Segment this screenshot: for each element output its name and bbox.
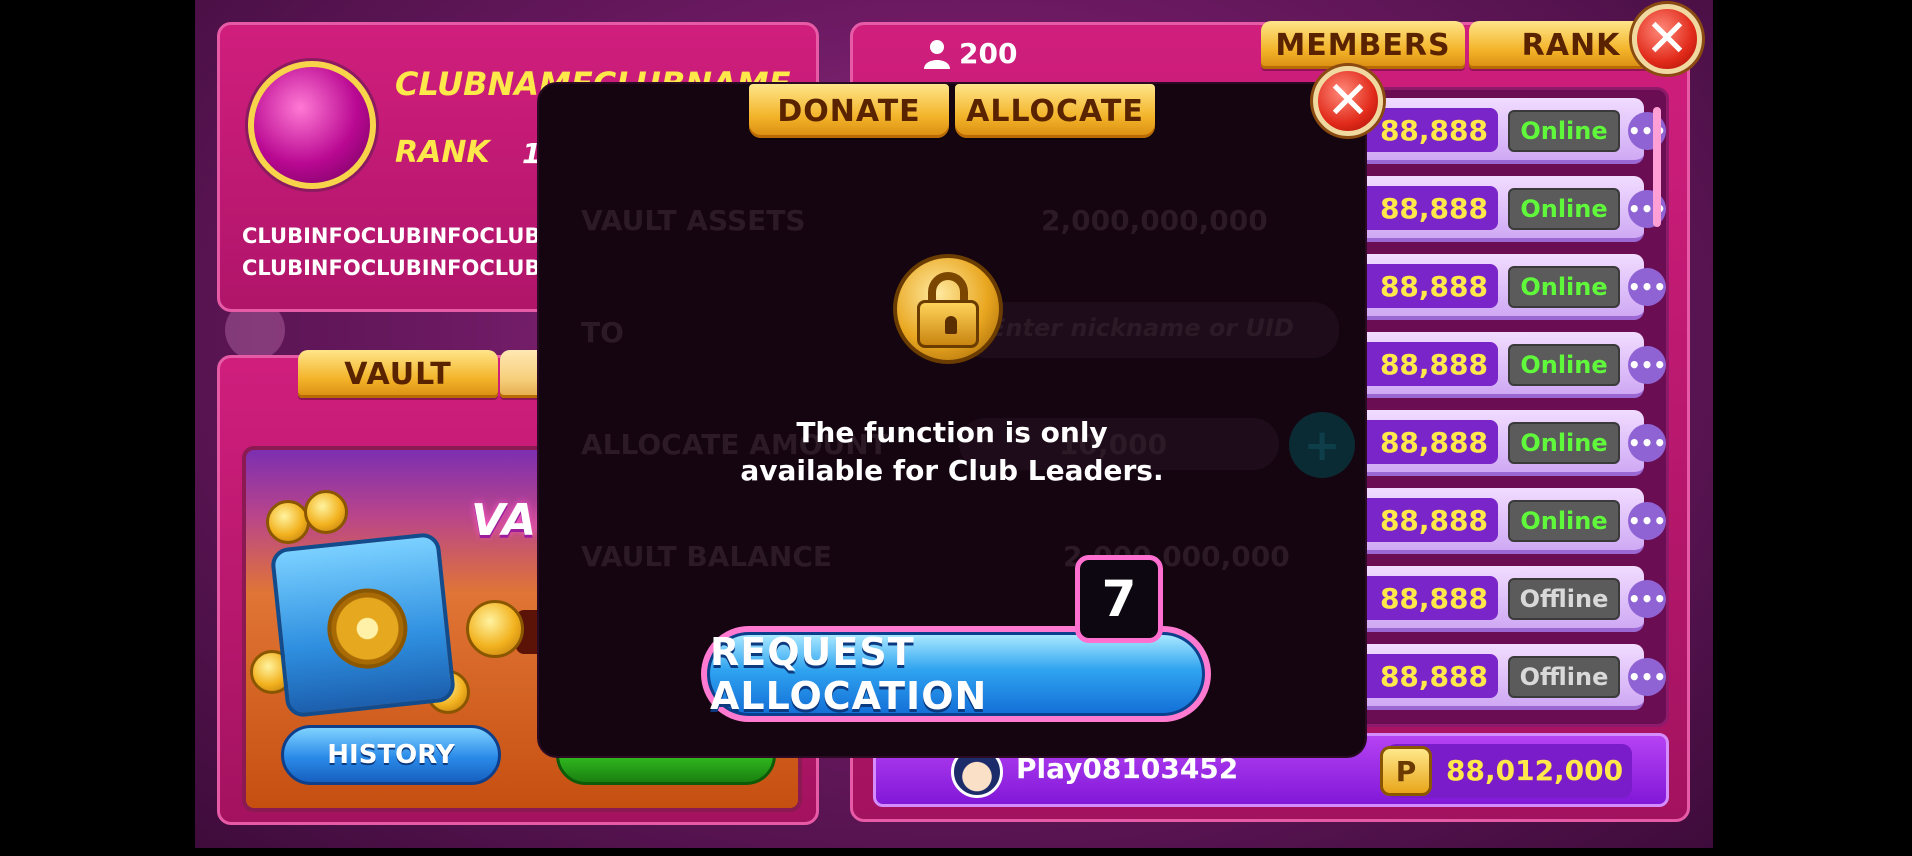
members-scrollbar[interactable] (1653, 107, 1661, 227)
member-score: 88,888 (1358, 420, 1498, 464)
member-status: Offline (1508, 578, 1620, 620)
allocate-modal: VAULT ASSETS 2,000,000,000 TO Enter nick… (539, 84, 1365, 756)
vault-balance-label: VAULT BALANCE (581, 540, 833, 573)
more-options-icon[interactable]: ••• (1628, 424, 1666, 462)
lock-body (917, 300, 979, 348)
more-options-icon[interactable]: ••• (1628, 658, 1666, 696)
points-icon: P (1380, 746, 1432, 796)
coin-icon (304, 490, 348, 534)
member-status: Offline (1508, 656, 1620, 698)
tab-members[interactable]: MEMBERS (1261, 21, 1465, 69)
club-description: CLUBINFOCLUBINFOCLUBI CLUBINFOCLUBINFOCL… (242, 220, 542, 284)
club-description-line: CLUBINFOCLUBINFOCLUBI (242, 224, 542, 248)
member-score: 88,888 (1358, 576, 1498, 620)
history-button[interactable]: HISTORY (281, 725, 501, 785)
to-label: TO (581, 316, 624, 349)
safe-icon (269, 531, 457, 719)
lock-icon (893, 254, 1003, 364)
recipient-placeholder: Enter nickname or UID (989, 314, 1294, 342)
close-icon[interactable]: ✕ (1632, 4, 1702, 74)
countdown-badge: 7 (1075, 555, 1163, 643)
coin-icon (266, 500, 310, 544)
vault-assets-label: VAULT ASSETS (581, 204, 806, 237)
vault-assets-value: 2,000,000,000 (1041, 204, 1268, 237)
coin-icon (466, 600, 524, 658)
game-screen: CLUBNAMECLUBNAME RANK 100 CLUBINFOCLUBIN… (195, 0, 1713, 848)
member-status: Online (1508, 500, 1620, 542)
more-options-icon[interactable]: ••• (1628, 346, 1666, 384)
tab-donate[interactable]: DONATE (749, 84, 949, 138)
keyhole-icon (945, 316, 957, 334)
player-name: Play08103452 (1016, 752, 1239, 785)
leader-only-message: The function is only available for Club … (539, 414, 1365, 490)
more-options-icon[interactable]: ••• (1628, 268, 1666, 306)
member-status: Online (1508, 344, 1620, 386)
member-score: 88,888 (1358, 186, 1498, 230)
club-rank-label: RANK (395, 135, 490, 170)
recipient-input[interactable]: Enter nickname or UID (959, 302, 1339, 358)
player-points: P 88,012,000 (1380, 744, 1632, 798)
tab-vault[interactable]: VAULT (298, 350, 498, 398)
member-score: 88,888 (1358, 342, 1498, 386)
member-score: 88,888 (1358, 498, 1498, 542)
member-count: 200 (959, 37, 1018, 70)
club-description-line: CLUBINFOCLUBINFOCLUBI (242, 256, 542, 280)
player-points-value: 88,012,000 (1446, 754, 1624, 787)
club-avatar[interactable] (248, 61, 376, 189)
members-icon (924, 40, 950, 69)
member-status: Online (1508, 110, 1620, 152)
member-status: Online (1508, 188, 1620, 230)
member-status: Online (1508, 266, 1620, 308)
safe-wheel-icon (323, 584, 412, 673)
more-options-icon[interactable]: ••• (1628, 580, 1666, 618)
member-score: 88,888 (1358, 264, 1498, 308)
more-options-icon[interactable]: ••• (1628, 502, 1666, 540)
message-line: available for Club Leaders. (740, 454, 1164, 487)
request-allocation-label: REQUEST ALLOCATION (707, 630, 1205, 718)
message-line: The function is only (796, 416, 1108, 449)
member-score: 88,888 (1358, 654, 1498, 698)
close-icon[interactable]: ✕ (1313, 66, 1383, 136)
tab-allocate[interactable]: ALLOCATE (955, 84, 1155, 138)
member-status: Online (1508, 422, 1620, 464)
